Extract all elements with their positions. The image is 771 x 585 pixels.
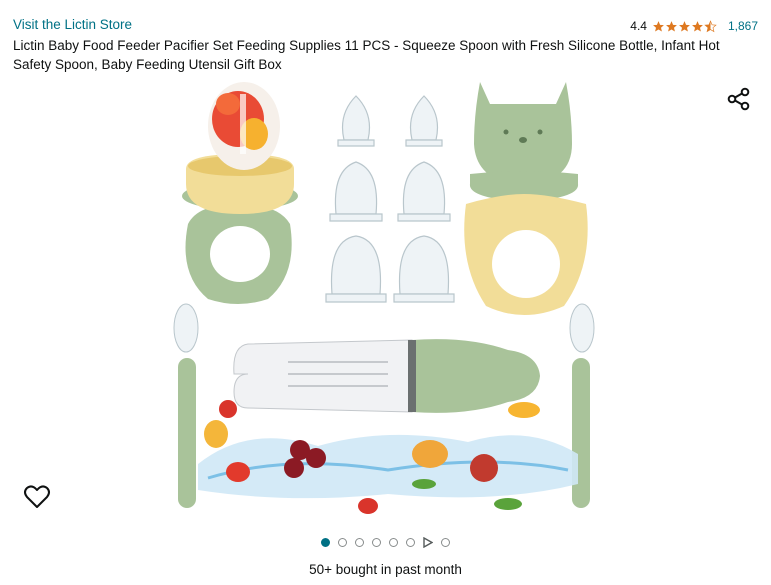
silicone-nipples-image bbox=[325, 95, 455, 303]
rating-value: 4.4 bbox=[630, 19, 647, 33]
carousel-dot[interactable] bbox=[321, 538, 330, 547]
product-title: Lictin Baby Food Feeder Pacifier Set Fee… bbox=[13, 38, 720, 72]
left-spoon-image bbox=[173, 303, 199, 508]
left-feeder-image bbox=[182, 82, 298, 304]
bought-in-past-month: 50+ bought in past month bbox=[309, 562, 462, 577]
star-half-icon bbox=[704, 19, 717, 32]
star-icon bbox=[653, 20, 664, 32]
star-icon bbox=[692, 20, 703, 32]
heart-icon[interactable] bbox=[23, 484, 51, 510]
video-play-icon[interactable] bbox=[423, 537, 433, 548]
carousel-dot[interactable] bbox=[338, 538, 347, 547]
carousel-dot[interactable] bbox=[406, 538, 415, 547]
squeeze-bottle-image bbox=[233, 339, 540, 413]
share-icon[interactable] bbox=[726, 86, 752, 112]
rating-summary[interactable]: 4.4 1,867 bbox=[630, 19, 758, 33]
carousel-dot[interactable] bbox=[372, 538, 381, 547]
image-carousel-indicators bbox=[0, 537, 771, 548]
carousel-dot[interactable] bbox=[389, 538, 398, 547]
fruit-splash-image bbox=[198, 400, 578, 514]
star-icon bbox=[666, 20, 677, 32]
right-feeder-image bbox=[464, 82, 588, 315]
visit-store-link[interactable]: Visit the Lictin Store bbox=[13, 17, 132, 32]
star-rating[interactable] bbox=[652, 19, 717, 33]
carousel-dot[interactable] bbox=[441, 538, 450, 547]
product-image[interactable] bbox=[168, 74, 600, 518]
star-icon bbox=[679, 20, 690, 32]
carousel-dot[interactable] bbox=[355, 538, 364, 547]
rating-count-link[interactable]: 1,867 bbox=[728, 19, 758, 33]
